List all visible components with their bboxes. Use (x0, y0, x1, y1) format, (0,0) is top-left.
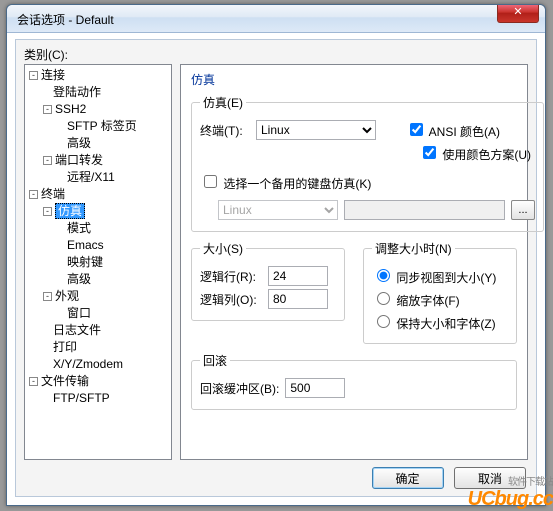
tree-node[interactable]: FTP/SFTP (25, 390, 171, 407)
tree-toggle-icon[interactable]: - (29, 71, 38, 80)
emulation-group: 仿真(E) 终端(T): Linux ANSI 颜色(A) 使用颜色方案(U) … (191, 94, 544, 232)
tree-label: SFTP 标签页 (67, 119, 137, 133)
tree-label: 仿真 (55, 203, 85, 219)
tree-toggle-icon[interactable]: - (29, 377, 38, 386)
emulation-legend: 仿真(E) (200, 94, 246, 111)
scrollback-input[interactable] (285, 378, 345, 398)
tree-toggle-icon[interactable]: - (43, 207, 52, 216)
tree-node[interactable]: -连接 (25, 67, 171, 84)
tree-node[interactable]: Emacs (25, 237, 171, 254)
resize-keep-radio[interactable]: 保持大小和字体(Z) (372, 312, 508, 332)
cols-input[interactable] (268, 289, 328, 309)
tree-node[interactable]: -外观 (25, 288, 171, 305)
client-area: 类别(C): -连接登陆动作-SSH2SFTP 标签页高级-端口转发远程/X11… (15, 39, 537, 497)
tree-label: 终端 (41, 187, 65, 201)
ok-button[interactable]: 确定 (372, 467, 444, 489)
tree-label: 连接 (41, 68, 65, 82)
tree-node[interactable]: 远程/X11 (25, 169, 171, 186)
browse-button[interactable]: ... (511, 200, 535, 220)
cols-label: 逻辑列(O): (200, 291, 262, 308)
tree-toggle-icon[interactable]: - (43, 156, 52, 165)
size-group: 大小(S) 逻辑行(R): 逻辑列(O): (191, 240, 345, 321)
tree-node[interactable]: -端口转发 (25, 152, 171, 169)
tree-label: 高级 (67, 136, 91, 150)
tree-node[interactable]: 高级 (25, 135, 171, 152)
tree-label: 映射键 (67, 255, 103, 269)
tree-label: FTP/SFTP (53, 391, 110, 405)
close-button[interactable]: ✕ (497, 5, 539, 23)
window-title: 会话选项 - Default (17, 11, 114, 28)
ansi-color-checkbox[interactable]: ANSI 颜色(A) (406, 120, 500, 140)
terminal-label: 终端(T): (200, 122, 250, 139)
tree-node[interactable]: -SSH2 (25, 101, 171, 118)
tree-node[interactable]: -仿真 (25, 203, 171, 220)
panel-title: 仿真 (191, 71, 517, 88)
tree-toggle-icon[interactable]: - (43, 292, 52, 301)
tree-node[interactable]: SFTP 标签页 (25, 118, 171, 135)
scrollback-legend: 回滚 (200, 352, 230, 369)
resize-scale-radio[interactable]: 缩放字体(F) (372, 289, 508, 309)
settings-panel: 仿真 仿真(E) 终端(T): Linux ANSI 颜色(A) 使用颜色方案(… (180, 64, 528, 460)
scrollback-label: 回滚缓冲区(B): (200, 380, 279, 397)
tree-node[interactable]: 高级 (25, 271, 171, 288)
dialog-buttons: 确定 取消 (366, 467, 526, 489)
tree-node[interactable]: 映射键 (25, 254, 171, 271)
resize-group: 调整大小时(N) 同步视图到大小(Y) 缩放字体(F) 保持大小和字体(Z) (363, 240, 517, 344)
resize-legend: 调整大小时(N) (372, 240, 455, 257)
categories-label: 类别(C): (24, 46, 68, 63)
tree-label: 打印 (53, 340, 77, 354)
tree-node[interactable]: X/Y/Zmodem (25, 356, 171, 373)
tree-node[interactable]: -文件传输 (25, 373, 171, 390)
tree-label: 远程/X11 (67, 170, 115, 184)
tree-label: Emacs (67, 238, 104, 252)
tree-label: 模式 (67, 221, 91, 235)
tree-label: 端口转发 (55, 153, 103, 167)
tree-label: SSH2 (55, 102, 86, 116)
alt-keyboard-path (344, 200, 505, 220)
scrollback-group: 回滚 回滚缓冲区(B): (191, 352, 517, 410)
tree-node[interactable]: 模式 (25, 220, 171, 237)
tree-label: 文件传输 (41, 374, 89, 388)
tree-node[interactable]: 日志文件 (25, 322, 171, 339)
tree-toggle-icon[interactable]: - (29, 190, 38, 199)
terminal-select[interactable]: Linux (256, 120, 376, 140)
category-tree[interactable]: -连接登陆动作-SSH2SFTP 标签页高级-端口转发远程/X11-终端-仿真模… (24, 64, 172, 460)
tree-label: 外观 (55, 289, 79, 303)
tree-toggle-icon[interactable]: - (43, 105, 52, 114)
tree-node[interactable]: -终端 (25, 186, 171, 203)
tree-label: 日志文件 (53, 323, 101, 337)
tree-label: 登陆动作 (53, 85, 101, 99)
alt-keyboard-select: Linux (218, 200, 338, 220)
rows-label: 逻辑行(R): (200, 268, 262, 285)
alt-keyboard-checkbox[interactable]: 选择一个备用的键盘仿真(K) (200, 177, 371, 191)
tree-node[interactable]: 窗口 (25, 305, 171, 322)
rows-input[interactable] (268, 266, 328, 286)
use-scheme-checkbox[interactable]: 使用颜色方案(U) (419, 143, 531, 163)
titlebar[interactable]: 会话选项 - Default ✕ (7, 5, 545, 33)
tree-node[interactable]: 打印 (25, 339, 171, 356)
tree-label: 高级 (67, 272, 91, 286)
tree-label: 窗口 (67, 306, 91, 320)
cancel-button[interactable]: 取消 (454, 467, 526, 489)
tree-node[interactable]: 登陆动作 (25, 84, 171, 101)
size-legend: 大小(S) (200, 240, 246, 257)
dialog-window: 会话选项 - Default ✕ 类别(C): -连接登陆动作-SSH2SFTP… (6, 4, 546, 506)
resize-sync-radio[interactable]: 同步视图到大小(Y) (372, 266, 508, 286)
tree-label: X/Y/Zmodem (53, 357, 123, 371)
